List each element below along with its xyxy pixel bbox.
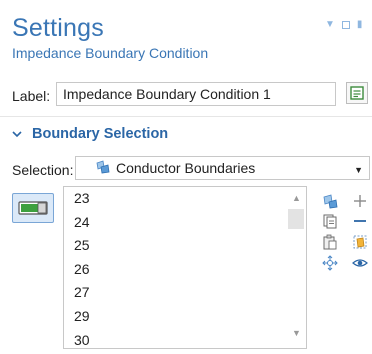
chevron-down-icon: ▼ [354, 165, 363, 175]
list-item[interactable]: 30 [64, 329, 286, 348]
dropdown-arrow-icon[interactable]: ▼ [325, 20, 335, 30]
list-item[interactable]: 24 [64, 211, 286, 235]
scroll-down-icon[interactable]: ▼ [292, 328, 301, 338]
selection-dropdown[interactable]: Conductor Boundaries ▼ [75, 156, 370, 180]
chevron-down-icon [12, 127, 22, 141]
page-title: Settings [12, 14, 104, 42]
section-header-boundary-selection[interactable]: Boundary Selection [12, 123, 168, 145]
show-selection-icon[interactable] [352, 255, 368, 271]
active-selection-toggle[interactable] [12, 193, 54, 223]
list-scrollbar[interactable]: ▲ ▼ [286, 187, 306, 348]
maximize-icon[interactable] [341, 21, 350, 29]
list-item[interactable]: 23 [64, 187, 286, 211]
scroll-thumb[interactable] [288, 209, 304, 229]
clear-selection-icon[interactable] [352, 234, 368, 250]
selection-value: Conductor Boundaries [116, 160, 256, 176]
page-subtitle: Impedance Boundary Condition [12, 45, 209, 61]
copy-icon[interactable] [322, 213, 338, 229]
label-input[interactable] [56, 82, 336, 106]
paint-selection-icon[interactable] [322, 193, 338, 209]
boundary-list-items: 23 24 25 26 27 29 30 [64, 187, 286, 348]
pin-icon[interactable]: ▮ [357, 20, 363, 30]
boundary-selection-icon [96, 159, 110, 177]
label-caption: Label: [12, 88, 51, 104]
add-icon[interactable] [352, 193, 368, 209]
reset-label-icon [350, 86, 364, 100]
toggle-switch-icon [18, 201, 48, 215]
selection-caption: Selection: [12, 162, 74, 178]
zoom-to-selection-icon[interactable] [322, 255, 338, 271]
list-item[interactable]: 27 [64, 281, 286, 305]
window-controls: ▼ ▮ [325, 18, 362, 32]
section-title: Boundary Selection [32, 126, 169, 142]
list-item[interactable]: 26 [64, 258, 286, 282]
section-divider [0, 116, 372, 117]
reset-label-button[interactable] [346, 82, 368, 104]
remove-icon[interactable] [352, 213, 368, 229]
list-item[interactable]: 29 [64, 305, 286, 329]
scroll-up-icon[interactable]: ▲ [292, 193, 301, 203]
list-item[interactable]: 25 [64, 234, 286, 258]
paste-icon[interactable] [322, 234, 338, 250]
boundary-list[interactable]: 23 24 25 26 27 29 30 ▲ ▼ [63, 186, 307, 349]
